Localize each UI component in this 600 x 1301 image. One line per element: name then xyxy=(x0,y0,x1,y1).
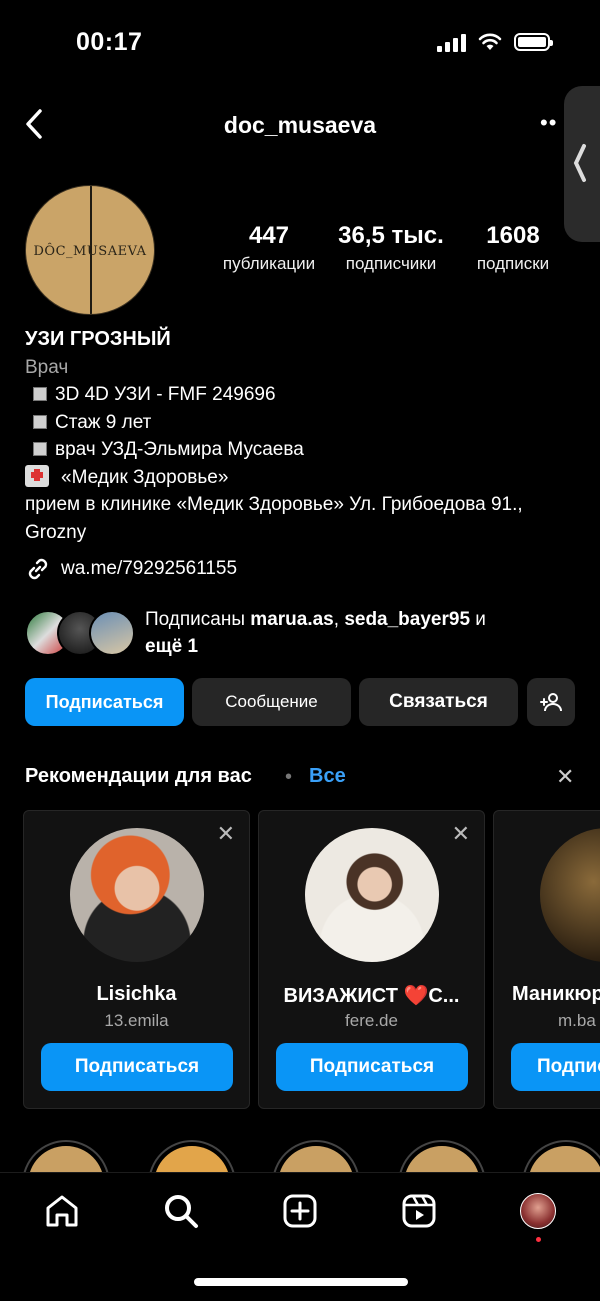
bio-line: Стаж 9 лет xyxy=(25,409,585,437)
bio-line: «Медик Здоровье» xyxy=(25,464,585,492)
square-icon xyxy=(33,414,47,429)
signal-icon xyxy=(437,32,466,52)
separator-dot: • xyxy=(285,766,293,788)
wifi-icon xyxy=(478,33,502,50)
stat-followers-label: подписчики xyxy=(345,254,437,273)
followed-by-text: Подписаны marua.as, seda_bayer95 и ещё 1 xyxy=(145,609,486,657)
close-recommendations-icon[interactable]: ✕ xyxy=(556,764,574,790)
recommendation-card[interactable]: ✕ Lisichka 13.emila Подписаться xyxy=(23,810,250,1109)
bio-address: прием в клинике «Медик Здоровье» Ул. Гри… xyxy=(25,494,523,543)
recommendations-title: Рекомендации для вас xyxy=(25,765,252,787)
stat-posts-label: публикации xyxy=(222,254,316,273)
stat-following-label: подписки xyxy=(476,254,550,273)
notification-dot xyxy=(536,1237,541,1242)
bio-link[interactable]: wa.me/79292561155 xyxy=(25,556,237,582)
stat-following[interactable]: 1608 подписки xyxy=(456,222,570,274)
contact-button[interactable]: Связаться xyxy=(359,678,518,726)
recommendation-handle: fere.de xyxy=(345,1011,398,1030)
followed-by[interactable]: Подписаны marua.as, seda_bayer95 и ещё 1 xyxy=(25,606,565,660)
stat-posts-value: 447 xyxy=(248,222,290,249)
see-all-link[interactable]: Все xyxy=(309,765,346,788)
recommendation-avatar xyxy=(305,828,439,962)
square-icon xyxy=(33,442,47,456)
stat-posts[interactable]: 447 публикации xyxy=(212,222,326,274)
follower-avatar xyxy=(89,610,135,656)
reels-icon xyxy=(402,1194,436,1228)
profile-avatar[interactable]: DÔC_MUSAEVA xyxy=(25,185,155,315)
chevron-left-icon xyxy=(573,144,586,182)
profile-username: doc_musaeva xyxy=(223,112,377,138)
recommendation-follow-button[interactable]: Подписаться xyxy=(41,1043,233,1091)
recommendation-card[interactable]: Маникюр m.ba Подписаться xyxy=(493,810,600,1109)
stat-following-value: 1608 xyxy=(486,222,540,249)
profile-category: Врач xyxy=(25,356,69,378)
status-time: 00:17 xyxy=(76,28,143,56)
profile-tab[interactable] xyxy=(518,1191,558,1231)
hospital-icon xyxy=(25,464,49,487)
stat-followers-value: 36,5 тыс. xyxy=(338,222,444,249)
recommendation-name: Lisichka xyxy=(96,983,177,1005)
recommendation-follow-button[interactable]: Подписаться xyxy=(511,1043,600,1091)
suggest-people-button[interactable] xyxy=(527,678,575,726)
recommendation-handle: 13.emila xyxy=(104,1011,169,1030)
profile-bio: УЗИ ГРОЗНЫЙ Врач 3D 4D УЗИ - FMF 249696 … xyxy=(25,326,585,546)
stat-followers[interactable]: 36,5 тыс. подписчики xyxy=(334,222,448,274)
dismiss-icon[interactable]: ✕ xyxy=(452,821,470,847)
status-icons xyxy=(437,32,553,52)
home-indicator xyxy=(194,1278,408,1286)
recommendation-card[interactable]: ✕ ВИЗАЖИСТ ❤️С... fere.de Подписаться xyxy=(258,810,485,1109)
recommendation-handle: m.ba xyxy=(558,1011,596,1030)
recommendation-avatar xyxy=(70,828,204,962)
search-tab[interactable] xyxy=(161,1191,201,1231)
square-icon xyxy=(33,387,47,401)
message-button[interactable]: Сообщение xyxy=(192,678,351,726)
home-tab[interactable] xyxy=(42,1191,82,1231)
add-person-icon xyxy=(540,693,562,712)
recommendation-follow-button[interactable]: Подписаться xyxy=(276,1043,468,1091)
bio-line: врач УЗД-Эльмира Мусаева xyxy=(25,436,585,464)
create-tab[interactable] xyxy=(280,1191,320,1231)
profile-name: УЗИ ГРОЗНЫЙ xyxy=(25,328,171,350)
link-icon xyxy=(28,558,48,580)
recommendation-name: ВИЗАЖИСТ ❤️С... xyxy=(283,985,460,1007)
dismiss-icon[interactable]: ✕ xyxy=(217,821,235,847)
more-options-icon[interactable]: •• xyxy=(540,110,557,136)
recommendation-name: Маникюр xyxy=(512,983,600,1005)
follow-button[interactable]: Подписаться xyxy=(25,678,184,726)
recommendation-avatar xyxy=(540,828,600,962)
profile-tab-avatar xyxy=(520,1193,556,1229)
battery-icon xyxy=(514,33,553,51)
side-handle[interactable] xyxy=(564,86,600,242)
plus-square-icon xyxy=(283,1194,317,1228)
reels-tab[interactable] xyxy=(399,1191,439,1231)
bio-line: 3D 4D УЗИ - FMF 249696 xyxy=(25,381,585,409)
home-icon xyxy=(46,1195,78,1227)
bio-link-text: wa.me/79292561155 xyxy=(61,558,238,579)
avatar-logo-text: DÔC_MUSAEVA xyxy=(33,244,147,259)
search-icon xyxy=(165,1195,198,1228)
